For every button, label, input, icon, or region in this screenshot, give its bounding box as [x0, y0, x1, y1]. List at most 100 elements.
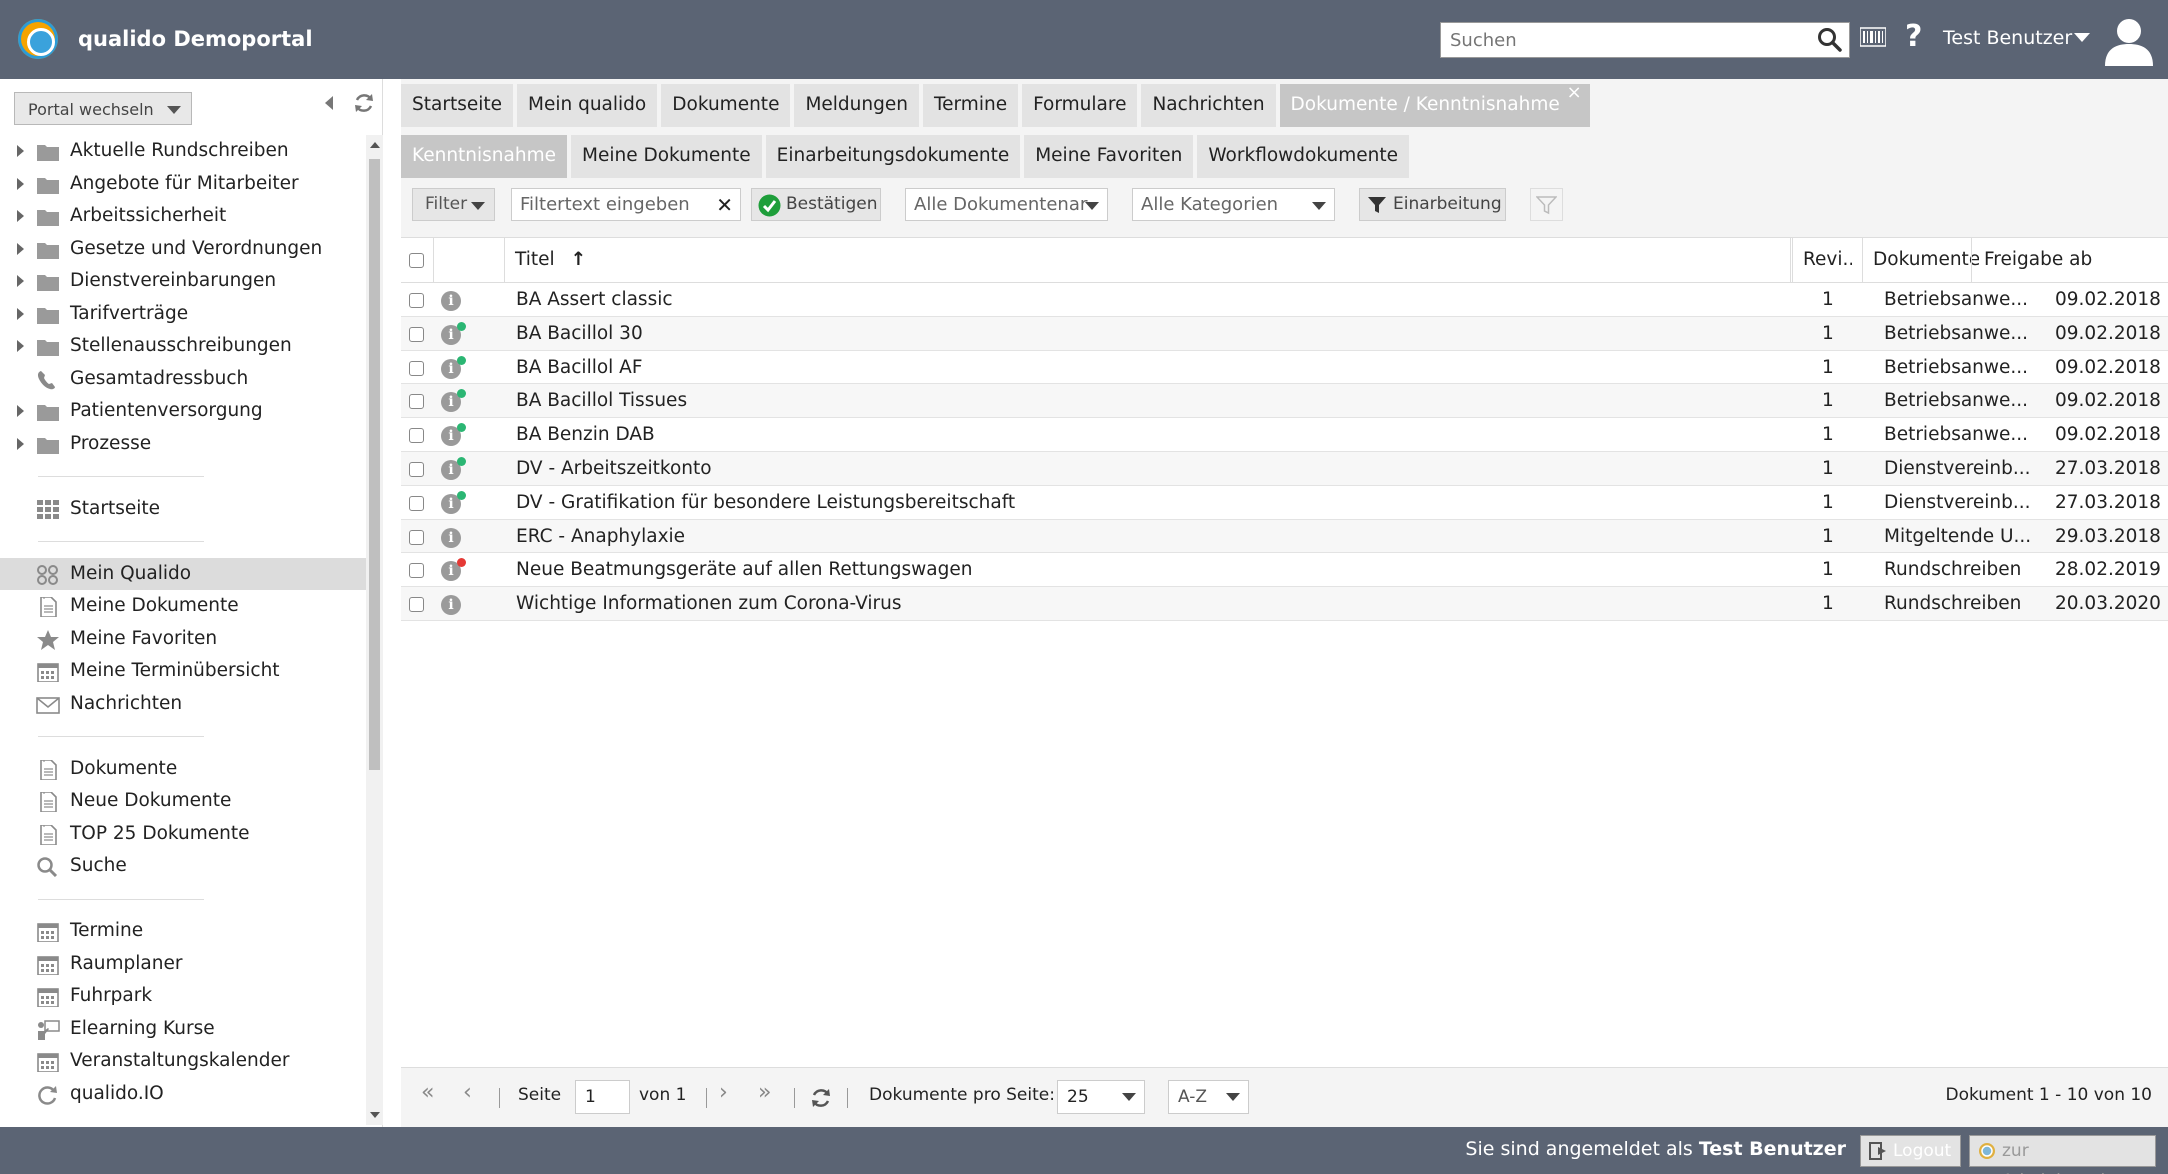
portal-switch-dropdown[interactable]: Portal wechseln: [14, 92, 192, 125]
sidebar-item[interactable]: Meine Dokumente: [0, 590, 366, 623]
expand-arrow-icon[interactable]: [17, 275, 24, 287]
expand-arrow-icon[interactable]: [17, 437, 24, 450]
sidebar-item[interactable]: qualido.IO: [0, 1078, 366, 1111]
table-row[interactable]: i ERC - Anaphylaxie 1 Mitgeltende U... 29.03…: [401, 519, 2168, 554]
expand-arrow-icon[interactable]: [17, 210, 24, 222]
sidebar-item[interactable]: Gesetze und Verordnungen: [0, 233, 366, 266]
expand-arrow-icon[interactable]: [17, 405, 24, 417]
confirm-button[interactable]: Bestätigen: [751, 188, 881, 221]
sidebar-item[interactable]: Gesamtadressbuch: [0, 363, 366, 396]
reload-icon[interactable]: [809, 1086, 833, 1110]
expand-arrow-icon[interactable]: [17, 177, 24, 190]
sidebar-item[interactable]: Startseite: [0, 493, 366, 526]
search-icon[interactable]: [1817, 27, 1843, 53]
sidebar-item[interactable]: TOP 25 Dokumente: [0, 818, 366, 851]
subtab[interactable]: Meine Favoriten: [1024, 135, 1194, 178]
table-row[interactable]: i BA Bacillol Tissues 1 Betriebsanwe... 09.0…: [401, 384, 2168, 419]
subtab[interactable]: Einarbeitungsdokumente: [765, 135, 1021, 178]
row-checkbox[interactable]: [409, 529, 424, 545]
table-row[interactable]: i BA Assert classic 1 Betriebsanwe... 09.02.…: [401, 283, 2168, 317]
row-checkbox[interactable]: [409, 428, 424, 444]
table-row[interactable]: i BA Bacillol AF 1 Betriebsanwe... 09.02.201…: [401, 351, 2168, 385]
column-title[interactable]: Titel ↑: [504, 238, 1690, 282]
sidebar-item[interactable]: Nachrichten: [0, 688, 366, 721]
sidebar-scrollbar[interactable]: [366, 135, 383, 1125]
column-release[interactable]: Freigabe ab: [1971, 238, 2168, 282]
row-checkbox[interactable]: [409, 563, 424, 579]
subtab[interactable]: Workflowdokumente: [1197, 135, 1409, 178]
table-row[interactable]: i BA Bacillol 30 1 Betriebsanwe... 09.02.201…: [401, 316, 2168, 351]
row-checkbox[interactable]: [409, 293, 424, 308]
tab[interactable]: Nachrichten: [1141, 84, 1276, 127]
first-page-icon[interactable]: «: [421, 1080, 434, 1105]
table-row[interactable]: i DV - Gratifikation für besondere Leistu…: [401, 486, 2168, 520]
tab[interactable]: Dokumente: [661, 84, 791, 127]
sidebar-item[interactable]: Suche: [0, 850, 366, 883]
expand-arrow-icon[interactable]: [17, 242, 24, 255]
sidebar-item[interactable]: Fuhrpark: [0, 980, 366, 1013]
scroll-up-icon[interactable]: [370, 142, 380, 148]
sidebar-item[interactable]: Elearning Kurse: [0, 1013, 366, 1046]
table-row[interactable]: i DV - Arbeitszeitkonto 1 Dienstvereinb... 2…: [401, 451, 2168, 486]
row-checkbox[interactable]: [409, 461, 424, 477]
row-checkbox[interactable]: [409, 597, 424, 613]
row-title[interactable]: BA Bacillol Tissues: [516, 384, 687, 418]
row-checkbox[interactable]: [409, 326, 424, 342]
tab[interactable]: Mein qualido: [517, 84, 658, 127]
row-title[interactable]: Neue Beatmungsgeräte auf allen Rettungsw…: [516, 553, 972, 587]
tab[interactable]: Termine: [922, 84, 1019, 127]
page-input[interactable]: 1: [575, 1080, 630, 1114]
clear-filter-button[interactable]: [1530, 188, 1563, 221]
prev-page-icon[interactable]: ‹: [463, 1080, 472, 1105]
sort-select[interactable]: A-Z: [1168, 1080, 1249, 1114]
expand-arrow-icon[interactable]: [17, 145, 24, 157]
row-title[interactable]: ERC - Anaphylaxie: [516, 520, 685, 554]
row-checkbox[interactable]: [409, 394, 424, 410]
sidebar-item[interactable]: Meine Favoriten: [0, 623, 366, 656]
column-revision[interactable]: Revi...: [1792, 238, 1852, 282]
tab-active[interactable]: Dokumente / Kenntnisnahme ×: [1279, 82, 1590, 127]
sidebar-item[interactable]: Mein Qualido: [0, 557, 366, 590]
sidebar-item[interactable]: Raumplaner: [0, 948, 366, 981]
sidebar-item[interactable]: Stellenausschreibungen: [0, 330, 366, 363]
help-icon[interactable]: ?: [1905, 19, 1922, 54]
table-row[interactable]: i Wichtige Informationen zum Corona-Virus…: [401, 587, 2168, 621]
sidebar-item[interactable]: Meine Terminübersicht: [0, 655, 366, 688]
info-icon[interactable]: i: [441, 527, 461, 548]
doc-type-select[interactable]: Alle Dokumentenarten: [905, 188, 1108, 221]
sidebar-item[interactable]: Prozesse: [0, 428, 366, 461]
qualido-logo[interactable]: [18, 19, 58, 59]
next-page-icon[interactable]: ›: [719, 1080, 728, 1105]
sidebar-item[interactable]: Tarifverträge: [0, 298, 366, 331]
tab[interactable]: Meldungen: [794, 84, 919, 127]
sidebar-item[interactable]: Arbeitssicherheit: [0, 200, 366, 233]
sidebar-item[interactable]: Veranstaltungskalender: [0, 1045, 366, 1078]
sidebar-item[interactable]: Termine: [0, 915, 366, 948]
sidebar-item[interactable]: Angebote für Mitarbeiter: [0, 168, 366, 201]
close-tab-icon[interactable]: ×: [1567, 72, 1582, 114]
row-title[interactable]: BA Benzin DAB: [516, 418, 655, 452]
sidebar-item[interactable]: Neue Dokumente: [0, 785, 366, 818]
collapse-sidebar-icon[interactable]: [325, 96, 333, 110]
select-all-checkbox[interactable]: [409, 253, 424, 268]
subtab[interactable]: Kenntnisnahme: [401, 135, 567, 178]
filter-dropdown[interactable]: Filter: [412, 188, 495, 221]
per-page-select[interactable]: 25: [1057, 1080, 1145, 1114]
scroll-down-icon[interactable]: [370, 1112, 380, 1118]
last-page-icon[interactable]: »: [758, 1080, 771, 1105]
sidebar-item[interactable]: Patientenversorgung: [0, 395, 366, 428]
avatar-icon[interactable]: [2103, 14, 2155, 66]
scrollbar-thumb[interactable]: [369, 159, 380, 770]
row-title[interactable]: DV - Gratifikation für besondere Leistun…: [516, 486, 1015, 520]
tab[interactable]: Startseite: [401, 84, 513, 127]
info-icon[interactable]: i: [441, 595, 461, 616]
user-menu[interactable]: Test Benutzer: [1943, 27, 2072, 49]
info-icon[interactable]: i: [441, 291, 461, 311]
row-title[interactable]: Wichtige Informationen zum Corona-Virus: [516, 587, 902, 621]
sidebar-item[interactable]: Dokumente: [0, 753, 366, 786]
user-menu-caret-icon[interactable]: [2074, 33, 2090, 42]
column-doctype[interactable]: Dokumenten...: [1862, 238, 1979, 282]
refresh-icon[interactable]: [352, 91, 376, 115]
row-checkbox[interactable]: [409, 360, 424, 376]
row-checkbox[interactable]: [409, 495, 424, 511]
